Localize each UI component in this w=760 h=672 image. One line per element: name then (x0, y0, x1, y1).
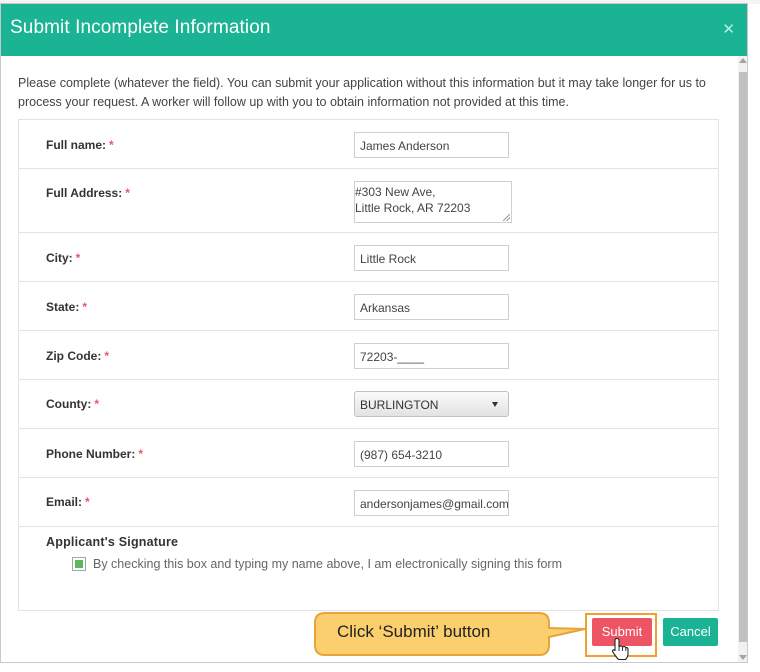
phone-number-input[interactable]: (987) 654-3210 (354, 441, 509, 467)
submit-incomplete-dialog: Submit Incomplete Information ✕ Please c… (0, 3, 748, 663)
scroll-up-arrow-icon[interactable] (739, 58, 747, 63)
full-address-label: Full Address: * (46, 186, 130, 200)
address-line-1: #303 New Ave, (355, 185, 436, 199)
email-input[interactable]: andersonjames@gmail.com (354, 490, 509, 516)
county-label: County: * (46, 397, 99, 411)
phone-number-label: Phone Number: * (46, 447, 144, 461)
state-input[interactable]: Arkansas (354, 294, 509, 320)
callout-bubble-shape (314, 612, 586, 656)
dialog-scrollbar[interactable] (738, 56, 747, 662)
address-line-2: Little Rock, AR 72203 (355, 201, 471, 215)
instruction-callout (314, 612, 586, 656)
row-phone: Phone Number: * (987) 654-3210 (19, 429, 718, 478)
cancel-button[interactable]: Cancel (663, 618, 718, 646)
dialog-title: Submit Incomplete Information (10, 17, 271, 38)
full-address-textarea[interactable]: #303 New Ave, Little Rock, AR 72203 (354, 181, 512, 223)
email-label: Email: * (46, 495, 90, 509)
county-selected-value: BURLINGTON (360, 398, 439, 412)
required-mark: * (82, 300, 88, 314)
signature-checkbox-label[interactable]: By checking this box and typing my name … (93, 557, 562, 571)
full-name-label: Full name: * (46, 138, 114, 152)
zip-code-input[interactable]: 72203-____ (354, 343, 509, 369)
city-label: City: * (46, 251, 81, 265)
scroll-down-arrow-icon[interactable] (739, 655, 747, 660)
state-label: State: * (46, 300, 88, 314)
signature-title: Applicant's Signature (46, 535, 179, 549)
required-mark: * (125, 186, 130, 200)
intro-text: Please complete (whatever the field). Yo… (18, 76, 706, 109)
zip-code-label: Zip Code: * (46, 349, 109, 363)
row-zip: Zip Code: * 72203-____ (19, 331, 718, 380)
county-select[interactable]: BURLINGTON (354, 391, 509, 417)
row-full-name: Full name: * James Anderson (19, 120, 718, 169)
hand-pointer-icon (611, 637, 629, 661)
resize-grip-icon[interactable] (503, 214, 510, 221)
close-icon[interactable]: ✕ (722, 20, 735, 38)
required-mark: * (75, 251, 81, 265)
dialog-header: Submit Incomplete Information ✕ (1, 4, 747, 56)
required-mark: * (85, 495, 90, 509)
required-mark: * (94, 397, 99, 411)
row-city: City: * Little Rock (19, 233, 718, 282)
required-mark: * (109, 138, 114, 152)
application-form: Full name: * James Anderson Full Address:… (18, 119, 719, 611)
city-input[interactable]: Little Rock (354, 245, 509, 271)
row-email: Email: * andersonjames@gmail.com (19, 478, 718, 527)
row-state: State: * Arkansas (19, 282, 718, 331)
row-full-address: Full Address: * #303 New Ave, Little Rock… (19, 169, 718, 233)
checkbox-checked-mark (75, 560, 83, 568)
required-mark: * (138, 447, 144, 461)
required-mark: * (104, 349, 109, 363)
row-county: County: * BURLINGTON (19, 380, 718, 429)
scroll-thumb[interactable] (739, 72, 747, 642)
chevron-down-icon (492, 402, 498, 407)
signature-checkbox[interactable] (72, 557, 86, 571)
full-name-input[interactable]: James Anderson (354, 132, 509, 158)
